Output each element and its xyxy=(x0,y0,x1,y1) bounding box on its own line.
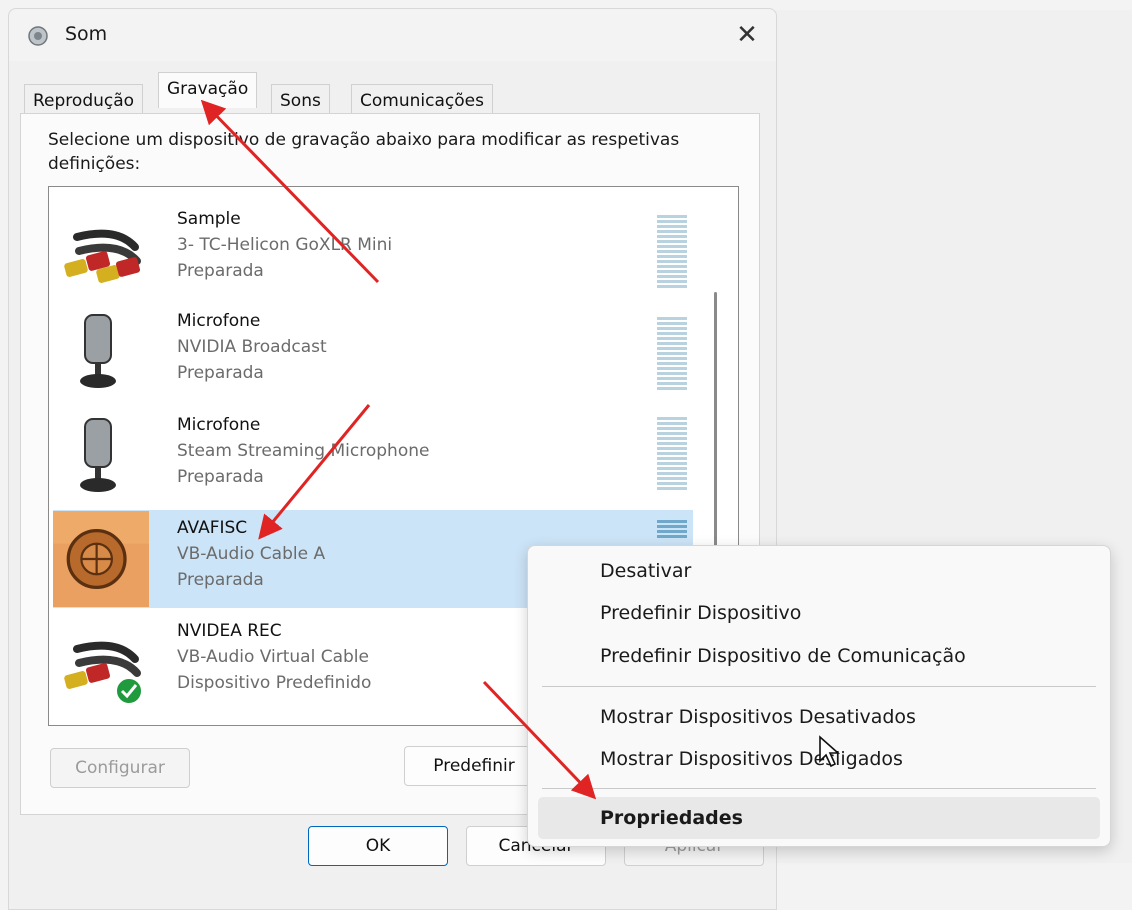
mouse-cursor-icon xyxy=(819,735,841,768)
speaker-icon xyxy=(28,26,48,46)
menu-item-mostrar-desligados[interactable]: Mostrar Dispositivos Desligados xyxy=(600,748,903,770)
device-item-sample[interactable]: Sample 3- TC-Helicon GoXLR Mini Preparad… xyxy=(53,201,693,299)
device-item-nvidia-broadcast[interactable]: Microfone NVIDIA Broadcast Preparada xyxy=(53,303,693,401)
device-name: NVIDEA REC xyxy=(177,621,282,641)
menu-item-desativar[interactable]: Desativar xyxy=(600,560,691,582)
microphone-icon xyxy=(80,418,116,492)
microphone-icon xyxy=(80,314,116,388)
instructions-text: Selecione um dispositivo de gravação aba… xyxy=(48,130,680,174)
level-meter xyxy=(657,215,687,290)
tab-sons[interactable]: Sons xyxy=(271,84,330,116)
ok-button[interactable]: OK xyxy=(308,826,448,866)
context-menu: Desativar Predefinir Dispositivo Predefi… xyxy=(527,545,1111,847)
tab-gravacao[interactable]: Gravação xyxy=(158,72,258,108)
device-status: Preparada xyxy=(177,363,264,383)
menu-item-propriedades[interactable]: Propriedades xyxy=(600,807,743,829)
device-status: Preparada xyxy=(177,570,264,590)
menu-item-predefinir-comunicacao[interactable]: Predefinir Dispositivo de Comunicação xyxy=(600,645,966,667)
window-title: Som xyxy=(65,23,108,45)
device-status: Preparada xyxy=(177,261,264,281)
device-description: 3- TC-Helicon GoXLR Mini xyxy=(177,235,393,255)
tab-reproducao[interactable]: Reprodução xyxy=(24,84,144,116)
custom-device-image xyxy=(53,511,149,607)
level-meter xyxy=(657,417,687,492)
set-default-button[interactable]: Predefinir xyxy=(404,746,544,786)
device-description: NVIDIA Broadcast xyxy=(177,337,327,357)
device-item-steam-mic[interactable]: Microfone Steam Streaming Microphone Pre… xyxy=(53,407,693,505)
configure-button[interactable]: Configurar xyxy=(50,748,190,788)
device-status: Preparada xyxy=(177,467,264,487)
device-status: Dispositivo Predefinido xyxy=(177,673,372,693)
device-name: AVAFISC xyxy=(177,518,248,538)
level-meter xyxy=(657,520,687,540)
menu-separator xyxy=(542,788,1096,789)
device-description: VB-Audio Virtual Cable xyxy=(177,647,369,667)
device-description: VB-Audio Cable A xyxy=(177,544,326,564)
rca-cable-default-icon xyxy=(64,641,143,705)
menu-item-mostrar-desativados[interactable]: Mostrar Dispositivos Desativados xyxy=(600,706,916,728)
tab-comunicacoes[interactable]: Comunicações xyxy=(351,84,493,116)
level-meter xyxy=(657,317,687,392)
device-description: Steam Streaming Microphone xyxy=(177,441,430,461)
menu-item-predefinir-dispositivo[interactable]: Predefinir Dispositivo xyxy=(600,602,801,624)
close-button[interactable]: ✕ xyxy=(727,17,767,53)
menu-separator xyxy=(542,686,1096,687)
device-name: Microfone xyxy=(177,311,261,331)
device-name: Microfone xyxy=(177,415,261,435)
title-bar: Som ✕ xyxy=(9,9,776,61)
rca-cable-icon xyxy=(64,229,141,283)
device-name: Sample xyxy=(177,209,241,229)
